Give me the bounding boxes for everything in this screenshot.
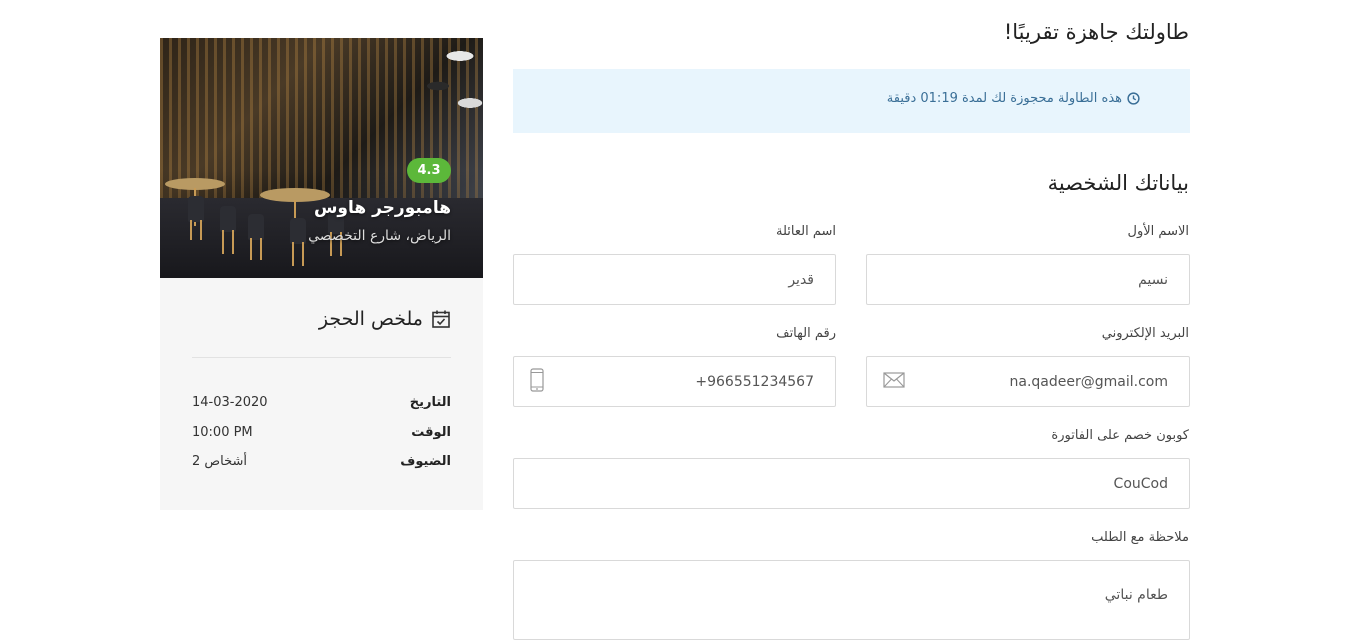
section-title: بياناتك الشخصية (1047, 171, 1189, 195)
booking-card: 4.3 هامبورجر هاوس الرياض، شارع التخصصي م… (160, 38, 483, 510)
coupon-field[interactable]: CouCod (513, 458, 1190, 509)
phone-value: 966551234567+ (695, 373, 814, 390)
summary-value: 2 أشخاص (192, 454, 247, 469)
summary-divider (192, 357, 451, 358)
note-label: ملاحظة مع الطلب (1091, 530, 1189, 545)
restaurant-name: هامبورجر هاوس (313, 198, 451, 218)
summary-label: الضيوف (400, 454, 451, 469)
note-value: طعام نباتي (1104, 587, 1168, 603)
first-name-label: الاسم الأول (1127, 224, 1189, 239)
email-field[interactable]: na.qadeer@gmail.com (866, 356, 1190, 407)
email-value: na.qadeer@gmail.com (1009, 373, 1168, 390)
first-name-field[interactable]: نسيم (866, 254, 1190, 305)
last-name-value: قدير (788, 271, 814, 288)
note-field[interactable]: طعام نباتي (513, 560, 1190, 640)
coupon-value: CouCod (1113, 475, 1168, 492)
last-name-label: اسم العائلة (776, 224, 836, 239)
summary-value: 10:00 PM (192, 425, 253, 440)
page-title: طاولتك جاهزة تقريبًا! (1003, 20, 1189, 44)
summary-title: ملخص الحجز (319, 308, 451, 330)
reservation-alert: هذه الطاولة محجوزة لك لمدة 01:19 دقيقة (513, 69, 1190, 133)
summary-label: التاريخ (409, 395, 451, 410)
coupon-label: كوبون خصم على الفاتورة (1051, 428, 1189, 443)
clock-icon (1127, 92, 1140, 105)
envelope-icon (883, 371, 905, 392)
restaurant-location: الرياض، شارع التخصصي (308, 228, 451, 244)
summary-label: الوقت (411, 425, 451, 440)
phone-label: رقم الهاتف (776, 326, 836, 341)
email-label: البريد الإلكتروني (1101, 326, 1189, 341)
summary-title-text: ملخص الحجز (318, 308, 423, 330)
phone-field[interactable]: 966551234567+ (513, 356, 836, 407)
last-name-field[interactable]: قدير (513, 254, 836, 305)
mobile-phone-icon (530, 367, 544, 396)
first-name-value: نسيم (1138, 271, 1168, 288)
restaurant-photo: 4.3 هامبورجر هاوس الرياض، شارع التخصصي (160, 38, 483, 278)
alert-text: هذه الطاولة محجوزة لك لمدة 01:19 دقيقة (886, 91, 1122, 106)
calendar-check-icon (432, 310, 450, 328)
summary-value: 14-03-2020 (192, 395, 268, 410)
rating-badge: 4.3 (407, 158, 451, 183)
